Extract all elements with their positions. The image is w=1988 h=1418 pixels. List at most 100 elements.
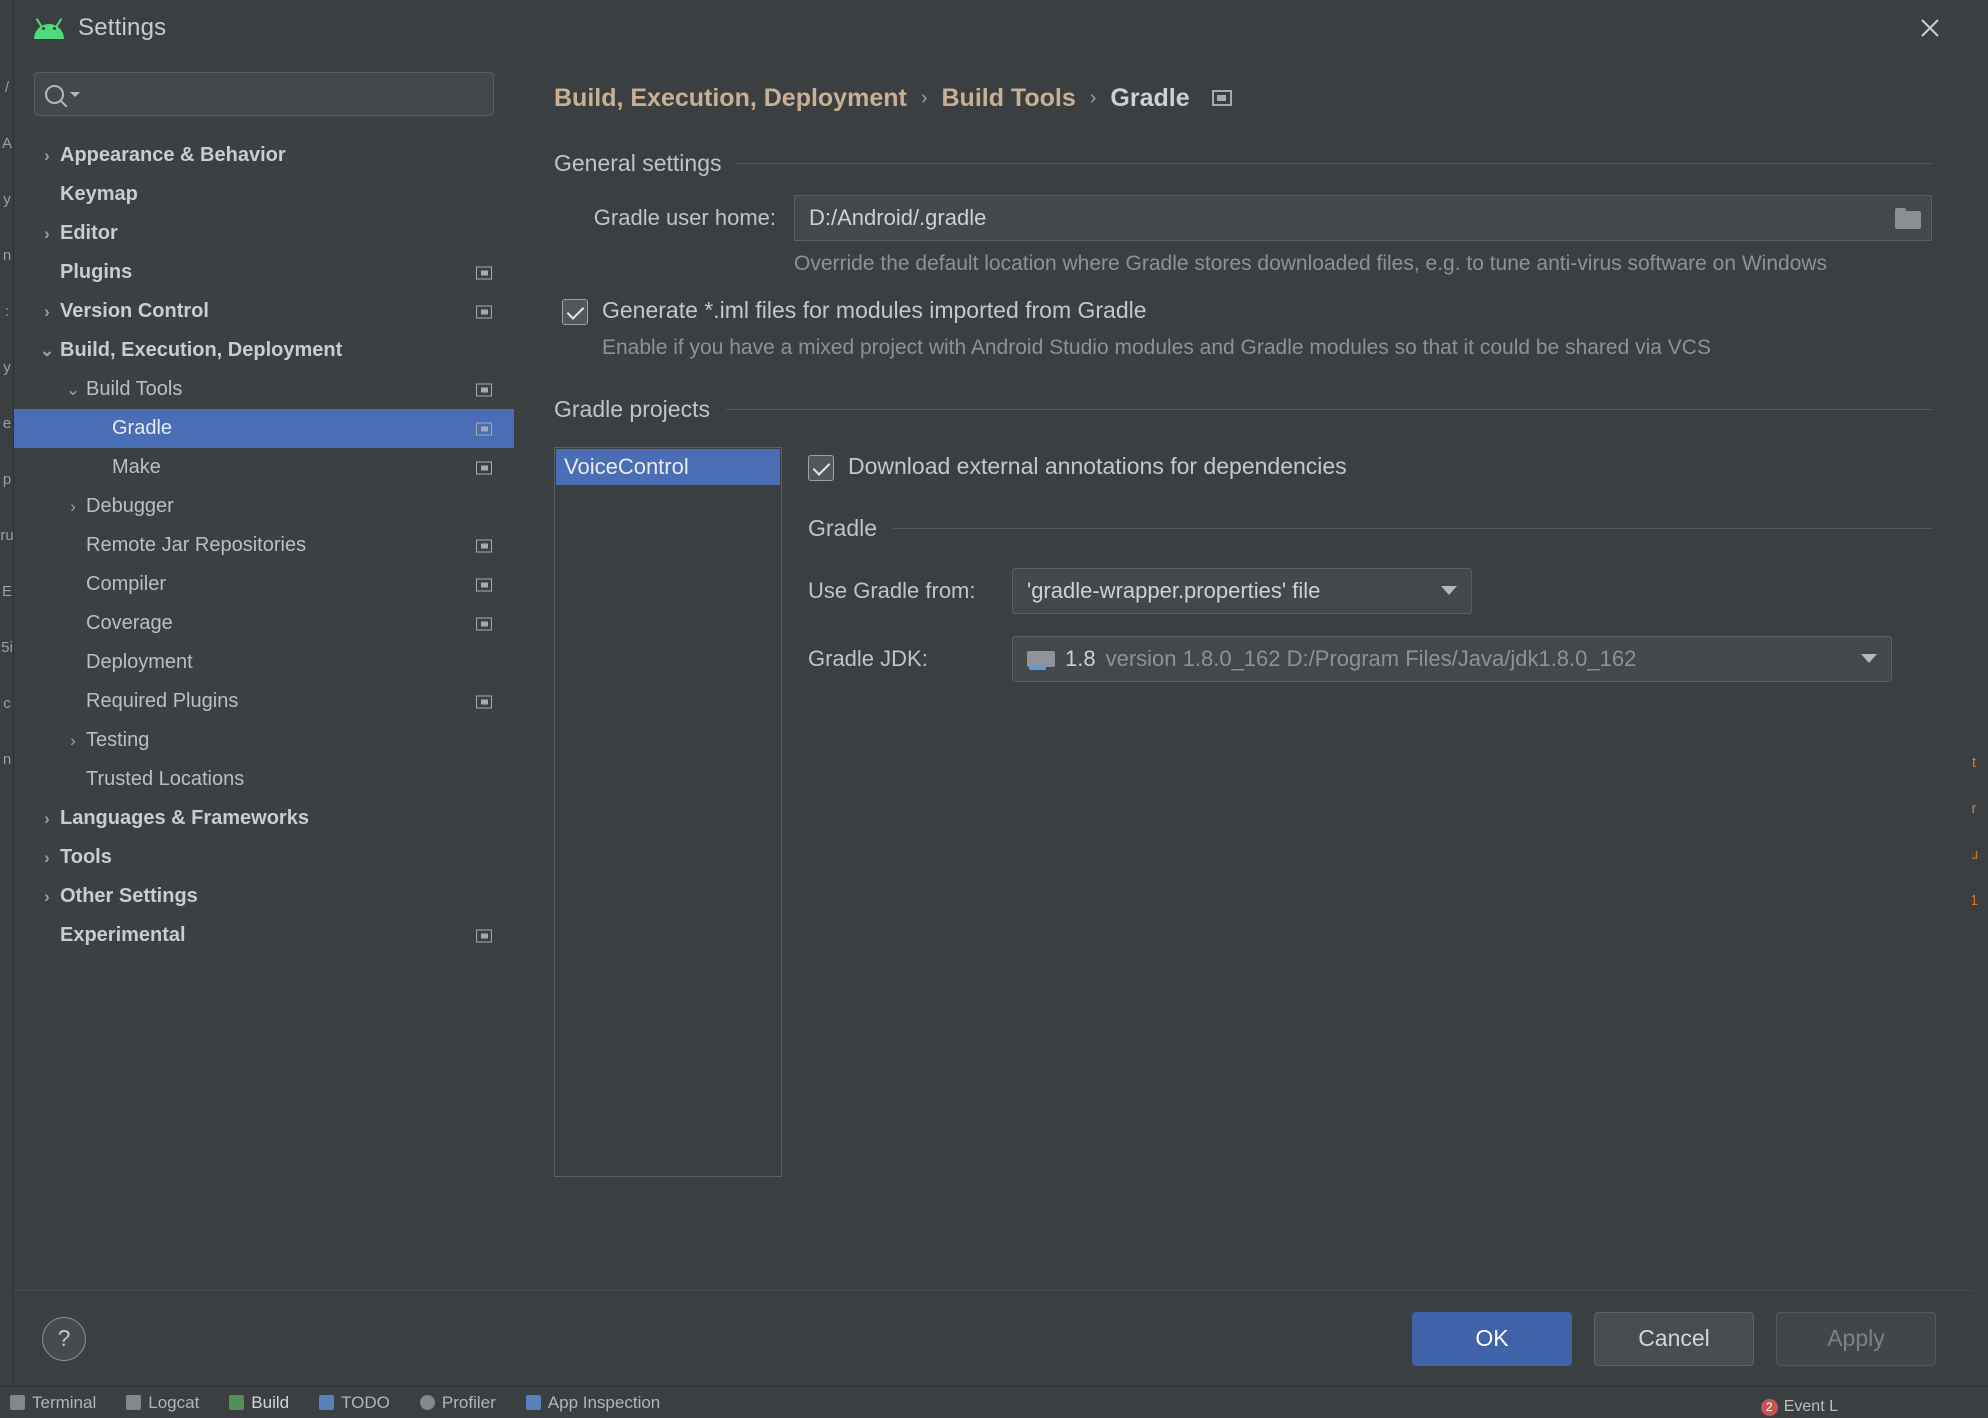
- close-icon[interactable]: [1910, 8, 1950, 48]
- help-button[interactable]: ?: [42, 1317, 86, 1361]
- settings-marker-icon[interactable]: [476, 578, 492, 591]
- gradle-jdk-version: 1.8: [1065, 646, 1096, 672]
- sidebar-item-remote-jar-repositories[interactable]: Remote Jar Repositories: [14, 526, 514, 565]
- settings-marker-icon[interactable]: [476, 617, 492, 630]
- gradle-projects-header: Gradle projects: [554, 396, 1932, 423]
- tool-window-todo[interactable]: TODO: [319, 1393, 390, 1413]
- dialog-footer: ? OK Cancel Apply: [14, 1290, 1972, 1386]
- chevron-right-icon[interactable]: ›: [34, 887, 60, 907]
- chevron-down-icon[interactable]: ⌄: [60, 380, 86, 400]
- breadcrumb-item-0[interactable]: Build, Execution, Deployment: [554, 84, 907, 113]
- settings-marker-icon[interactable]: [476, 461, 492, 474]
- sidebar-item-coverage[interactable]: Coverage: [14, 604, 514, 643]
- settings-marker-icon[interactable]: [1212, 90, 1232, 106]
- tool-window-todo-label: TODO: [341, 1393, 390, 1413]
- sidebar-item-make[interactable]: Make: [14, 448, 514, 487]
- download-annotations-row[interactable]: Download external annotations for depend…: [808, 453, 1932, 481]
- section-divider: [893, 528, 1932, 529]
- settings-marker-icon[interactable]: [476, 929, 492, 942]
- ok-button[interactable]: OK: [1412, 1312, 1572, 1366]
- gradle-jdk-select[interactable]: 1.8 version 1.8.0_162 D:/Program Files/J…: [1012, 636, 1892, 682]
- sidebar-item-compiler[interactable]: Compiler: [14, 565, 514, 604]
- sidebar-item-build-execution-deployment[interactable]: ⌄Build, Execution, Deployment: [14, 331, 514, 370]
- section-divider: [726, 409, 1932, 410]
- gradle-project-settings: Download external annotations for depend…: [808, 447, 1932, 1177]
- settings-marker-icon[interactable]: [476, 383, 492, 396]
- sidebar-item-label: Build Tools: [86, 378, 182, 401]
- sidebar-item-deployment[interactable]: Deployment: [14, 643, 514, 682]
- chevron-right-icon[interactable]: ›: [34, 224, 60, 244]
- gradle-user-home-field[interactable]: D:/Android/.gradle: [794, 195, 1932, 241]
- tool-window-terminal[interactable]: Terminal: [10, 1393, 96, 1413]
- sidebar-item-keymap[interactable]: Keymap: [14, 175, 514, 214]
- logcat-icon: [126, 1395, 141, 1410]
- settings-sidebar: ›Appearance & BehaviorKeymap›EditorPlugi…: [14, 56, 514, 1290]
- settings-marker-icon[interactable]: [476, 539, 492, 552]
- apply-button[interactable]: Apply: [1776, 1312, 1936, 1366]
- sidebar-item-label: Trusted Locations: [86, 768, 244, 791]
- gradle-project-list[interactable]: VoiceControl: [554, 447, 782, 1177]
- breadcrumb-separator: ›: [921, 87, 928, 110]
- sidebar-item-gradle[interactable]: Gradle: [14, 409, 514, 448]
- chevron-right-icon[interactable]: ›: [60, 731, 86, 751]
- event-count-badge: 2: [1761, 1399, 1778, 1416]
- chevron-right-icon[interactable]: ›: [34, 848, 60, 868]
- settings-marker-icon[interactable]: [476, 422, 492, 435]
- chevron-down-icon: [1441, 586, 1457, 595]
- download-annotations-checkbox[interactable]: [808, 455, 834, 481]
- use-gradle-from-select[interactable]: 'gradle-wrapper.properties' file: [1012, 568, 1472, 614]
- sidebar-item-testing[interactable]: ›Testing: [14, 721, 514, 760]
- gradle-subsection: Gradle Use Gradle from: 'gradle-wrapper.…: [808, 515, 1932, 682]
- sidebar-item-experimental[interactable]: Experimental: [14, 916, 514, 955]
- sidebar-item-plugins[interactable]: Plugins: [14, 253, 514, 292]
- settings-tree: ›Appearance & BehaviorKeymap›EditorPlugi…: [14, 132, 514, 1290]
- dialog-body: ›Appearance & BehaviorKeymap›EditorPlugi…: [14, 56, 1972, 1290]
- gradle-user-home-hint: Override the default location where Grad…: [794, 249, 1932, 279]
- project-name: VoiceControl: [564, 454, 689, 480]
- sidebar-item-label: Coverage: [86, 612, 173, 635]
- sidebar-item-other-settings[interactable]: ›Other Settings: [14, 877, 514, 916]
- sidebar-item-debugger[interactable]: ›Debugger: [14, 487, 514, 526]
- list-item[interactable]: VoiceControl: [556, 449, 780, 485]
- sidebar-item-version-control[interactable]: ›Version Control: [14, 292, 514, 331]
- chevron-right-icon[interactable]: ›: [34, 809, 60, 829]
- sidebar-item-appearance-behavior[interactable]: ›Appearance & Behavior: [14, 136, 514, 175]
- gradle-jdk-label: Gradle JDK:: [808, 646, 994, 672]
- build-icon: [229, 1395, 244, 1410]
- chevron-right-icon[interactable]: ›: [34, 302, 60, 322]
- gradle-subsection-header: Gradle: [808, 515, 1932, 542]
- general-settings-header: General settings: [554, 150, 1932, 177]
- ide-left-editor-text: / A y n : y e p ru E 5i c n: [0, 60, 14, 788]
- sidebar-item-trusted-locations[interactable]: Trusted Locations: [14, 760, 514, 799]
- breadcrumb-separator: ›: [1090, 87, 1097, 110]
- chevron-down-icon[interactable]: ⌄: [34, 341, 60, 361]
- search-input[interactable]: [86, 84, 483, 105]
- tool-window-app-inspection[interactable]: App Inspection: [526, 1393, 660, 1413]
- folder-icon[interactable]: [1895, 208, 1921, 229]
- gradle-user-home-row: Gradle user home: D:/Android/.gradle: [554, 195, 1932, 241]
- settings-marker-icon[interactable]: [476, 266, 492, 279]
- event-log-indicator[interactable]: 2 Event L: [1761, 1398, 1838, 1416]
- sidebar-item-label: Languages & Frameworks: [60, 807, 309, 830]
- tool-window-build[interactable]: Build: [229, 1393, 289, 1413]
- tool-window-profiler[interactable]: Profiler: [420, 1393, 496, 1413]
- use-gradle-from-value: 'gradle-wrapper.properties' file: [1027, 578, 1431, 604]
- generate-iml-row[interactable]: Generate *.iml files for modules importe…: [554, 297, 1932, 325]
- search-wrapper: [14, 72, 514, 132]
- settings-marker-icon[interactable]: [476, 695, 492, 708]
- sidebar-item-required-plugins[interactable]: Required Plugins: [14, 682, 514, 721]
- sidebar-item-build-tools[interactable]: ⌄Build Tools: [14, 370, 514, 409]
- cancel-button[interactable]: Cancel: [1594, 1312, 1754, 1366]
- breadcrumb-item-1[interactable]: Build Tools: [942, 84, 1076, 113]
- generate-iml-checkbox[interactable]: [562, 299, 588, 325]
- settings-marker-icon[interactable]: [476, 305, 492, 318]
- breadcrumb-item-2: Gradle: [1110, 84, 1189, 113]
- gradle-jdk-row: Gradle JDK: 1.8 version 1.8.0_162 D:/Pro…: [808, 636, 1932, 682]
- chevron-right-icon[interactable]: ›: [60, 497, 86, 517]
- tool-window-logcat[interactable]: Logcat: [126, 1393, 199, 1413]
- search-box[interactable]: [34, 72, 494, 116]
- sidebar-item-editor[interactable]: ›Editor: [14, 214, 514, 253]
- sidebar-item-languages-frameworks[interactable]: ›Languages & Frameworks: [14, 799, 514, 838]
- sidebar-item-tools[interactable]: ›Tools: [14, 838, 514, 877]
- chevron-right-icon[interactable]: ›: [34, 146, 60, 166]
